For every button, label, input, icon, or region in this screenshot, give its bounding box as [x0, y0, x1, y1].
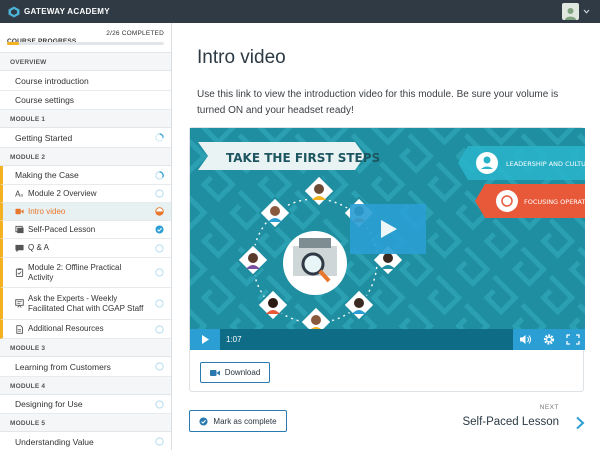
sidebar-item-label: Learning from Customers: [15, 361, 111, 372]
next-lesson-link[interactable]: Self-Paced Lesson: [462, 416, 559, 428]
brand[interactable]: GATEWAY ACADEMY: [8, 6, 110, 18]
section-head-module-3: MODULE 3: [0, 339, 171, 357]
video-card: TAKE THE FIRST STEPS LEADERSHIP AND CULT…: [189, 127, 585, 392]
section-head-module-5: MODULE 5: [0, 414, 171, 432]
page-description: Use this link to view the introduction v…: [197, 89, 559, 116]
sidebar-item-label: Self-Paced Lesson: [28, 224, 96, 234]
chevron-down-icon[interactable]: [583, 8, 590, 15]
sidebar-item-label: Course introduction: [15, 75, 89, 86]
sidebar-item-label: Getting Started: [15, 132, 73, 143]
completed-check-icon: [155, 225, 164, 234]
incomplete-icon: [155, 324, 164, 334]
in-progress-icon: [155, 170, 164, 180]
sidebar-item-label: Understanding Value: [15, 436, 94, 447]
mark-as-complete-label: Mark as complete: [213, 416, 277, 426]
lesson-icon: [15, 225, 24, 234]
sidebar-item-module-2-overview[interactable]: A a Module 2 Overview: [0, 185, 171, 203]
gear-icon: [543, 334, 555, 345]
mark-as-complete-button[interactable]: Mark as complete: [189, 410, 287, 432]
incomplete-icon: [155, 399, 164, 409]
sidebar-item-making-the-case[interactable]: Making the Case: [0, 166, 171, 185]
section-head-module-4: MODULE 4: [0, 377, 171, 395]
video-camera-icon: [209, 369, 220, 376]
next-label: NEXT: [539, 404, 559, 411]
clipboard-icon: [15, 268, 24, 277]
section-head-module-2: MODULE 2: [0, 148, 171, 166]
current-item-icon: [155, 207, 164, 216]
play-icon: [202, 335, 209, 344]
sidebar-item-self-paced-lesson[interactable]: Self-Paced Lesson: [0, 221, 171, 239]
document-icon: [16, 324, 23, 334]
sidebar-item-intro-video[interactable]: Intro video: [0, 203, 171, 221]
sidebar-item-label: Module 2 Overview: [28, 188, 97, 198]
sidebar-item-getting-started[interactable]: Getting Started: [0, 128, 171, 148]
video-tag-focusing: FOCUSING OPERATIO: [524, 198, 585, 206]
check-circle-icon: [199, 416, 208, 426]
incomplete-icon: [155, 362, 164, 371]
video-player[interactable]: TAKE THE FIRST STEPS LEADERSHIP AND CULT…: [190, 128, 585, 350]
sidebar-item-offline-practical-activity[interactable]: Module 2: Offline Practical Activity: [0, 258, 171, 288]
sidebar-item-label: Intro video: [28, 206, 66, 216]
sidebar-item-course-introduction[interactable]: Course introduction: [0, 71, 171, 91]
svg-text:a: a: [20, 194, 23, 198]
fullscreen-icon: [566, 334, 580, 345]
sidebar-item-label: Ask the Experts - Weekly Facilitated Cha…: [28, 293, 144, 313]
sidebar-item-label: Designing for Use: [15, 399, 83, 409]
gateway-logo-icon: [8, 6, 20, 17]
sidebar-item-learning-from-customers[interactable]: Learning from Customers: [0, 357, 171, 377]
play-icon: [381, 220, 397, 238]
sidebar-item-understanding-value[interactable]: Understanding Value: [0, 432, 171, 450]
incomplete-icon: [155, 243, 164, 253]
sidebar-item-label: Additional Resources: [28, 324, 104, 333]
main-content: Intro video Use this link to view the in…: [173, 23, 600, 450]
download-button[interactable]: Download: [200, 362, 270, 383]
video-tag-leadership: LEADERSHIP AND CULTURE: [506, 160, 585, 168]
video-time: 1:07: [226, 335, 242, 344]
top-bar: GATEWAY ACADEMY: [0, 0, 600, 23]
course-sidebar: COURSE PROGRESS 2/26 COMPLETED OVERVIEW …: [0, 23, 172, 450]
sidebar-item-additional-resources[interactable]: Additional Resources: [0, 320, 171, 339]
text-icon: A a: [15, 189, 23, 198]
progress-bar: [7, 42, 164, 45]
presentation-icon: [15, 299, 24, 308]
incomplete-icon: [155, 299, 164, 308]
video-icon: [15, 208, 24, 215]
download-label: Download: [224, 368, 261, 377]
sidebar-item-q-and-a[interactable]: Q & A: [0, 239, 171, 258]
section-head-module-1: MODULE 1: [0, 110, 171, 128]
course-progress: COURSE PROGRESS 2/26 COMPLETED: [0, 23, 171, 53]
sidebar-item-label: Module 2: Offline Practical Activity: [28, 262, 122, 282]
progress-count: 2/26 COMPLETED: [106, 30, 164, 37]
avatar[interactable]: [562, 3, 579, 20]
play-pause-button[interactable]: [190, 329, 220, 350]
user-menu[interactable]: [562, 3, 590, 20]
user-avatar-icon: [565, 8, 576, 20]
volume-button[interactable]: [513, 329, 537, 350]
sidebar-item-label: Course settings: [15, 95, 75, 105]
incomplete-icon: [155, 189, 164, 198]
settings-button[interactable]: [537, 329, 561, 350]
volume-icon: [520, 335, 531, 344]
sidebar-item-label: Making the Case: [15, 170, 79, 180]
sidebar-item-ask-the-experts[interactable]: Ask the Experts - Weekly Facilitated Cha…: [0, 288, 171, 320]
sidebar-item-designing-for-use[interactable]: Designing for Use: [0, 395, 171, 414]
progress-bar-fill: [7, 42, 20, 45]
progress-status-icon: [155, 133, 164, 142]
chat-icon: [15, 244, 24, 252]
big-play-button[interactable]: [350, 204, 426, 254]
section-head-overview: OVERVIEW: [0, 53, 171, 71]
incomplete-icon: [155, 437, 164, 446]
video-banner-text: TAKE THE FIRST STEPS: [226, 151, 380, 165]
page-title: Intro video: [197, 47, 286, 68]
chevron-right-icon[interactable]: [574, 416, 586, 430]
brand-name: GATEWAY ACADEMY: [24, 7, 110, 16]
fullscreen-button[interactable]: [561, 329, 585, 350]
incomplete-icon: [155, 268, 164, 277]
sidebar-item-course-settings[interactable]: Course settings: [0, 91, 171, 110]
video-controls: 1:07: [190, 329, 585, 350]
sidebar-item-label: Q & A: [28, 243, 49, 252]
